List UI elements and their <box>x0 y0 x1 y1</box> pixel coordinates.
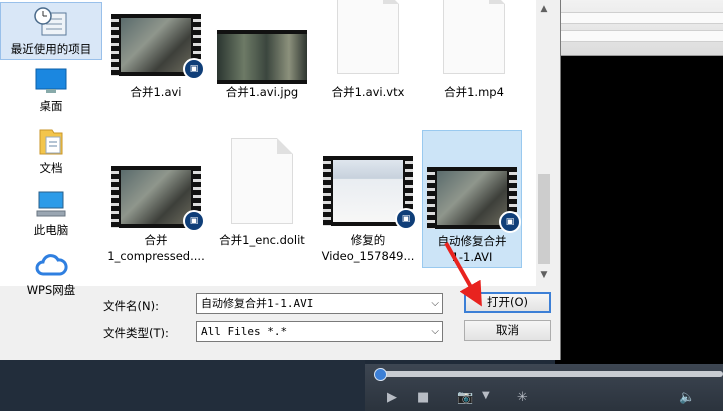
annotation-arrow <box>444 242 482 307</box>
